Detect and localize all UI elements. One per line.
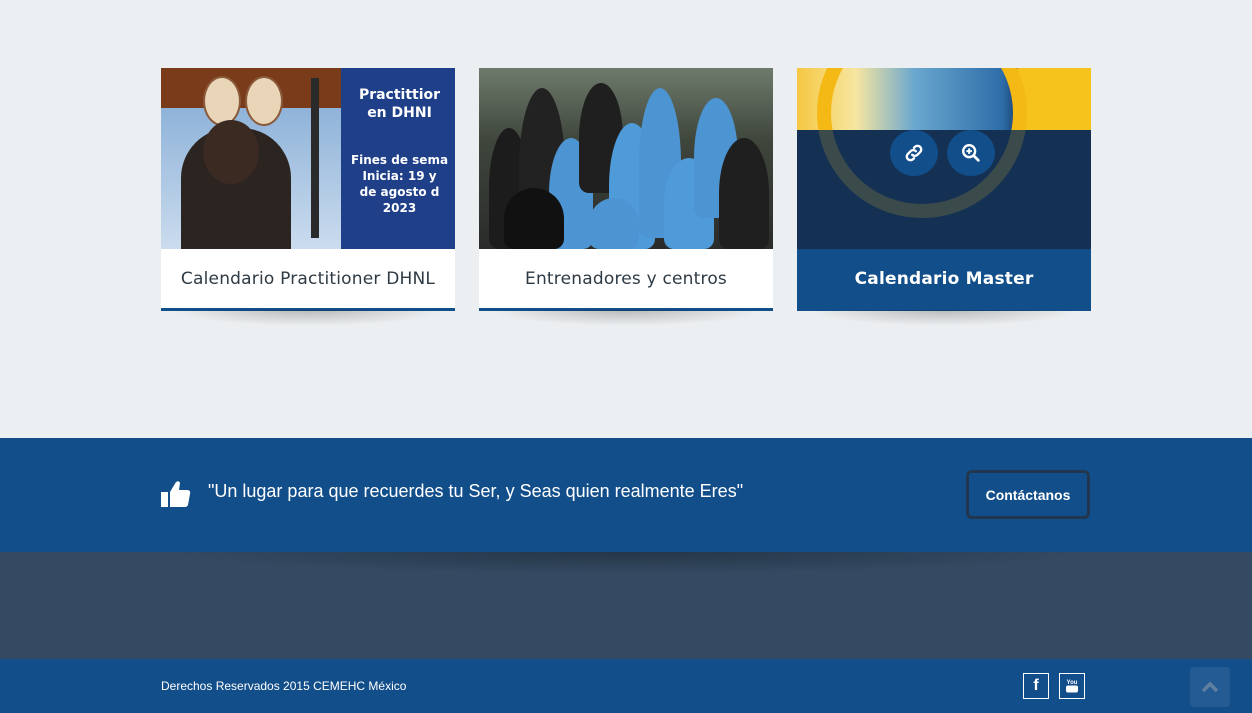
card-image-master[interactable] xyxy=(797,68,1091,249)
facebook-icon[interactable]: f xyxy=(1023,673,1049,699)
zoom-in-icon[interactable] xyxy=(947,130,995,176)
svg-text:You: You xyxy=(1067,680,1078,686)
card-title[interactable]: Entrenadores y centros xyxy=(479,249,773,308)
copyright-text: Derechos Reservados 2015 CEMEHC México xyxy=(161,679,407,693)
thumbs-up-icon xyxy=(160,479,192,509)
card-title[interactable]: Calendario Practitioner DHNL xyxy=(161,249,455,308)
portfolio-cards: Practittior en DHNI Fines de sema Inicia… xyxy=(161,68,1091,328)
card-image-group-photo[interactable] xyxy=(479,68,773,249)
card-calendario-master[interactable]: Calendario Master xyxy=(797,68,1091,326)
card-title[interactable]: Calendario Master xyxy=(797,249,1091,308)
card-image-practitioner[interactable]: Practittior en DHNI Fines de sema Inicia… xyxy=(161,68,455,249)
dark-strip xyxy=(0,552,1252,659)
chevron-up-icon xyxy=(1201,681,1219,693)
link-icon[interactable] xyxy=(890,130,938,176)
footer: Derechos Reservados 2015 CEMEHC México f… xyxy=(0,659,1252,713)
back-to-top-button[interactable] xyxy=(1190,667,1230,707)
youtube-icon[interactable]: You xyxy=(1059,673,1085,699)
poster-subtitle: Fines de sema Inicia: 19 y de agosto d 2… xyxy=(350,153,449,215)
poster-title: Practittior en DHNI xyxy=(358,87,441,121)
card-entrenadores-centros[interactable]: Entrenadores y centros xyxy=(479,68,773,326)
card-calendario-practitioner[interactable]: Practittior en DHNI Fines de sema Inicia… xyxy=(161,68,455,326)
banner-quote: "Un lugar para que recuerdes tu Ser, y S… xyxy=(208,481,744,501)
contact-button[interactable]: Contáctanos xyxy=(966,470,1090,519)
quote-banner: "Un lugar para que recuerdes tu Ser, y S… xyxy=(0,438,1252,552)
